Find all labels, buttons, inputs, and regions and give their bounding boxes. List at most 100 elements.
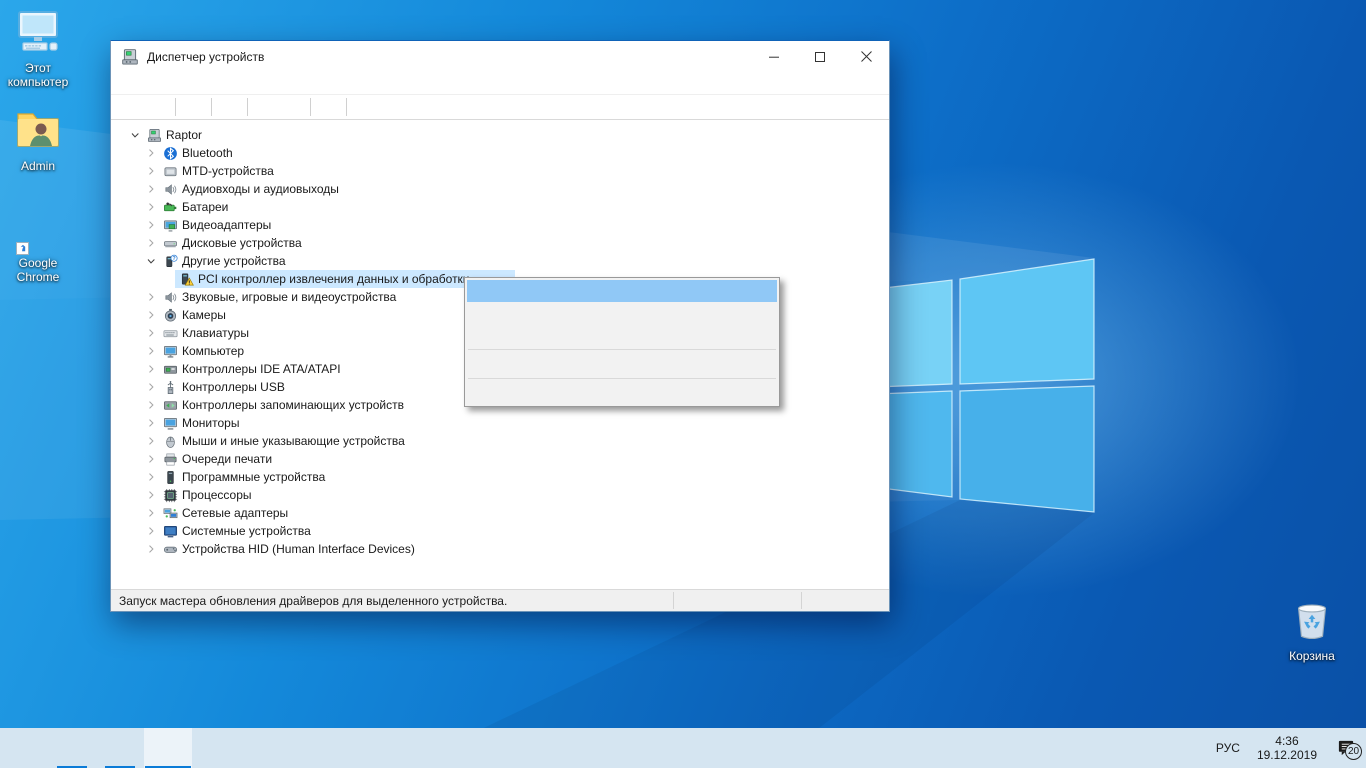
chevron-right-icon[interactable] <box>143 217 159 233</box>
chevron-down-icon[interactable] <box>143 253 159 269</box>
tray-defender[interactable] <box>1108 728 1133 768</box>
desktop-icon-this-pc[interactable]: Этот компьютер <box>0 8 76 89</box>
toolbar-disable-button[interactable] <box>405 96 432 119</box>
tray-volume[interactable] <box>1183 728 1208 768</box>
ide-icon <box>162 361 178 377</box>
chevron-right-icon[interactable] <box>143 145 159 161</box>
context-menu-update-driver[interactable] <box>467 280 777 302</box>
chevron-right-icon[interactable] <box>143 307 159 323</box>
toolbar-help-button[interactable] <box>252 96 279 119</box>
menubar-file[interactable] <box>117 72 135 94</box>
tray-steam[interactable] <box>1083 728 1108 768</box>
tree-item-system-devices[interactable]: Системные устройства <box>111 522 889 540</box>
tree-item-mtd-devices[interactable]: MTD-устройства <box>111 162 889 180</box>
camera-icon <box>162 307 178 323</box>
disk-icon <box>162 235 178 251</box>
chevron-right-icon[interactable] <box>143 343 159 359</box>
maximize-button[interactable] <box>797 41 843 72</box>
tree-item-disk-drives[interactable]: Дисковые устройства <box>111 234 889 252</box>
toolbar-separator <box>175 98 176 116</box>
chevron-right-icon[interactable] <box>143 415 159 431</box>
toolbar-back-button[interactable] <box>117 96 144 119</box>
tree-item-label: Клавиатуры <box>182 326 249 340</box>
tree-item-batteries[interactable]: Батареи <box>111 198 889 216</box>
tree-item-processors[interactable]: Процессоры <box>111 486 889 504</box>
clock-date: 19.12.2019 <box>1257 748 1317 762</box>
chevron-right-icon[interactable] <box>143 163 159 179</box>
display-icon <box>162 217 178 233</box>
desktop-icon-label: Google Chrome <box>0 256 76 284</box>
chevron-right-icon[interactable] <box>143 433 159 449</box>
chevron-right-icon[interactable] <box>143 325 159 341</box>
chevron-right-icon[interactable] <box>143 523 159 539</box>
minimize-button[interactable] <box>751 41 797 72</box>
tree-item-raptor[interactable]: Raptor <box>111 126 889 144</box>
menu-bar <box>111 72 889 94</box>
clock[interactable]: 4:36 19.12.2019 <box>1248 734 1326 762</box>
tree-item-other-devices[interactable]: ? Другие устройства <box>111 252 889 270</box>
chevron-right-icon[interactable] <box>143 379 159 395</box>
battery-icon <box>162 199 178 215</box>
context-menu-scan-hardware[interactable] <box>467 353 777 375</box>
chevron-right-icon[interactable] <box>143 397 159 413</box>
tree-item-label: MTD-устройства <box>182 164 274 178</box>
tree-item-network-adapters[interactable]: Сетевые адаптеры <box>111 504 889 522</box>
toolbar-properties-button[interactable] <box>216 96 243 119</box>
unknown-icon: ? <box>162 253 178 269</box>
toolbar-scan-hardware-button[interactable] <box>315 96 342 119</box>
tree-item-bluetooth[interactable]: Bluetooth <box>111 144 889 162</box>
tree-item-display-adapters[interactable]: Видеоадаптеры <box>111 216 889 234</box>
tree-item-software-devices[interactable]: Программные устройства <box>111 468 889 486</box>
close-button[interactable] <box>843 41 889 72</box>
chevron-right-icon[interactable] <box>143 199 159 215</box>
chevron-right-icon[interactable] <box>143 469 159 485</box>
toolbar-forward-button[interactable] <box>144 96 171 119</box>
chevron-right-icon[interactable] <box>143 505 159 521</box>
chevron-right-icon[interactable] <box>143 487 159 503</box>
tree-item-audio-inputs[interactable]: Аудиовходы и аудиовыходы <box>111 180 889 198</box>
menubar-view[interactable] <box>153 72 171 94</box>
taskbar-device-manager-button[interactable] <box>144 728 192 768</box>
desktop-icon-admin[interactable]: Admin <box>0 106 76 173</box>
taskbar-chrome-button[interactable] <box>96 728 144 768</box>
toolbar-update-driver-button[interactable] <box>351 96 378 119</box>
language-indicator[interactable]: РУС <box>1208 741 1248 755</box>
title-bar[interactable]: Диспетчер устройств <box>111 41 889 72</box>
context-menu-properties[interactable] <box>467 382 777 404</box>
toolbar-uninstall-button[interactable] <box>378 96 405 119</box>
desktop-icon-recycle-bin[interactable]: Корзина <box>1274 596 1350 663</box>
tray-network[interactable] <box>1158 728 1183 768</box>
context-menu <box>464 277 780 407</box>
tree-item-hid-devices[interactable]: Устройства HID (Human Interface Devices) <box>111 540 889 558</box>
chevron-right-icon[interactable] <box>143 235 159 251</box>
context-menu-disable-device[interactable] <box>467 302 777 324</box>
chevron-right-icon[interactable] <box>143 541 159 557</box>
tree-item-monitors[interactable]: Мониторы <box>111 414 889 432</box>
tree-item-label: Мониторы <box>182 416 239 430</box>
chevron-right-icon[interactable] <box>143 289 159 305</box>
expander[interactable] <box>159 271 175 287</box>
tray-power[interactable] <box>1133 728 1158 768</box>
warning-device-icon <box>178 271 194 287</box>
taskbar-explorer-button[interactable] <box>48 728 96 768</box>
tree-item-mice[interactable]: Мыши и иные указывающие устройства <box>111 432 889 450</box>
tray-show-hidden-icons[interactable] <box>1058 728 1083 768</box>
chevron-down-icon[interactable] <box>127 127 143 143</box>
chevron-right-icon[interactable] <box>143 361 159 377</box>
toolbar-action-button[interactable] <box>279 96 306 119</box>
chevron-right-icon[interactable] <box>143 181 159 197</box>
chevron-right-icon[interactable] <box>143 451 159 467</box>
system-icon <box>162 523 178 539</box>
portable-icon <box>162 163 178 179</box>
tree-item-label: Системные устройства <box>182 524 311 538</box>
menubar-action[interactable] <box>135 72 153 94</box>
storage-icon <box>162 397 178 413</box>
toolbar-console-tree-button[interactable] <box>180 96 207 119</box>
tree-item-print-queues[interactable]: Очереди печати <box>111 450 889 468</box>
tree-item-label: Контроллеры USB <box>182 380 285 394</box>
context-menu-uninstall-device[interactable] <box>467 324 777 346</box>
menubar-help[interactable] <box>171 72 189 94</box>
action-center-button[interactable]: 20 <box>1326 728 1366 768</box>
desktop-icon-chrome[interactable]: Google Chrome <box>0 203 76 284</box>
start-button[interactable] <box>0 728 48 768</box>
